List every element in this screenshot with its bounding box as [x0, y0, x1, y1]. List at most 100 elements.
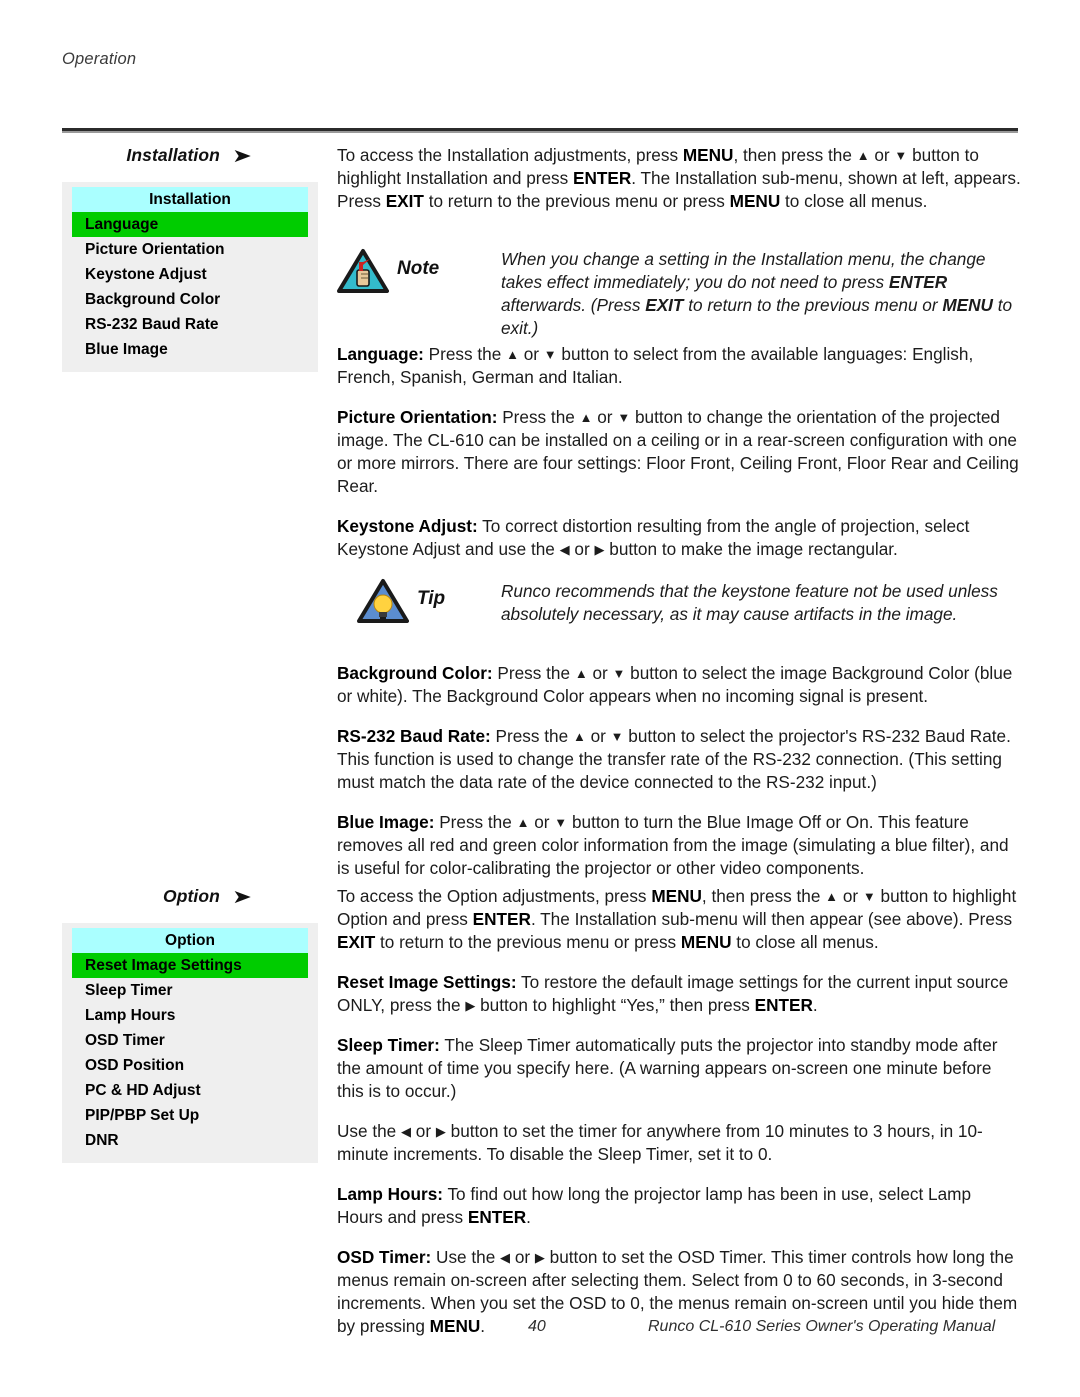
up-arrow-icon: ▲ [579, 410, 593, 425]
osd-item-osd-position[interactable]: OSD Position [72, 1053, 308, 1078]
right-arrow-icon: ▶ [534, 1250, 545, 1265]
left-arrow-icon: ◀ [500, 1250, 511, 1265]
down-arrow-icon: ▼ [610, 729, 624, 744]
down-arrow-icon: ▼ [612, 666, 626, 681]
running-head: Operation [62, 50, 137, 68]
note-admonition: Note When you change a setting in the In… [337, 248, 1012, 338]
down-arrow-icon: ▼ [617, 410, 631, 425]
section-label-option-text: Option [162, 886, 220, 906]
text-run: Press the [497, 407, 580, 427]
key-exit: EXIT [385, 191, 424, 211]
text-run: or [587, 663, 613, 683]
text-run: to close all menus. [780, 191, 928, 211]
text-run: Press the [490, 726, 573, 746]
paragraph-language: Language: Press the ▲ or ▼ button to sel… [337, 343, 1021, 389]
installation-paragraphs-lower: Background Color: Press the ▲ or ▼ butto… [337, 662, 1021, 897]
header-divider [62, 128, 1018, 131]
paragraph-keystone-adjust: Keystone Adjust: To correct distortion r… [337, 515, 1021, 561]
note-label: Note [397, 258, 440, 279]
key-menu: MENU [942, 295, 993, 315]
key-menu: MENU [651, 886, 702, 906]
tip-lightbulb-triangle-icon [357, 578, 409, 624]
paragraph-heading: Keystone Adjust: [337, 516, 478, 536]
osd-item-rs232-baud-rate[interactable]: RS-232 Baud Rate [72, 312, 308, 337]
osd-item-pip-pbp-set-up[interactable]: PIP/PBP Set Up [72, 1103, 308, 1128]
down-arrow-icon: ▼ [543, 347, 557, 362]
osd-title-option: Option [72, 928, 308, 953]
key-enter: ENTER [467, 1207, 527, 1227]
paragraph-heading: Lamp Hours: [337, 1184, 443, 1204]
key-enter: ENTER [573, 168, 632, 188]
paragraph-heading: Reset Image Settings: [337, 972, 517, 992]
osd-menu-option: Option Reset Image Settings Sleep Timer … [62, 923, 318, 1163]
installation-paragraphs-upper: Language: Press the ▲ or ▼ button to sel… [337, 343, 1021, 578]
osd-item-osd-timer[interactable]: OSD Timer [72, 1028, 308, 1053]
osd-item-blue-image[interactable]: Blue Image [72, 337, 308, 362]
section-label-installation: Installation ➤ [0, 144, 251, 167]
osd-item-picture-orientation[interactable]: Picture Orientation [72, 237, 308, 262]
osd-item-pc-hd-adjust[interactable]: PC & HD Adjust [72, 1078, 308, 1103]
text-run: Press the [423, 344, 507, 364]
paragraph-blue-image: Blue Image: Press the ▲ or ▼ button to t… [337, 811, 1021, 880]
up-arrow-icon: ▲ [574, 666, 588, 681]
right-arrow-icon: ➤ [231, 887, 253, 908]
key-exit: EXIT [645, 295, 684, 315]
section-label-option: Option ➤ [0, 885, 253, 908]
osd-item-background-color[interactable]: Background Color [72, 287, 308, 312]
text-run: or [518, 344, 544, 364]
text-run: or [569, 539, 595, 559]
text-run: to return to the previous menu or [683, 295, 943, 315]
osd-item-sleep-timer[interactable]: Sleep Timer [72, 978, 308, 1003]
osd-item-reset-image-settings[interactable]: Reset Image Settings [72, 953, 308, 978]
text-run: . [526, 1207, 531, 1227]
key-enter: ENTER [888, 272, 948, 292]
key-menu: MENU [680, 932, 732, 952]
text-run: or [838, 886, 863, 906]
down-arrow-icon: ▼ [894, 148, 908, 163]
up-arrow-icon: ▲ [856, 148, 870, 163]
paragraph-lamp-hours: Lamp Hours: To find out how long the pro… [337, 1183, 1021, 1229]
text-run: . [480, 1316, 486, 1336]
osd-item-language[interactable]: Language [72, 212, 308, 237]
text-run: To access the Installation adjustments, … [337, 145, 683, 165]
osd-item-keystone-adjust[interactable]: Keystone Adjust [72, 262, 308, 287]
paragraph-heading: Background Color: [337, 663, 493, 683]
text-run: Use the [431, 1247, 501, 1267]
installation-intro-paragraph: To access the Installation adjustments, … [337, 144, 1021, 213]
paragraph-sleep-timer: Sleep Timer: The Sleep Timer automatical… [337, 1034, 1021, 1103]
paragraph-background-color: Background Color: Press the ▲ or ▼ butto… [337, 662, 1021, 708]
osd-item-lamp-hours[interactable]: Lamp Hours [72, 1003, 308, 1028]
up-arrow-icon: ▲ [825, 889, 839, 904]
left-arrow-icon: ◀ [559, 542, 570, 557]
text-run: or [869, 145, 895, 165]
up-arrow-icon: ▲ [516, 815, 530, 830]
right-arrow-icon: ▶ [435, 1124, 446, 1139]
key-enter: ENTER [754, 995, 813, 1015]
key-menu: MENU [429, 1316, 481, 1336]
paragraph-reset-image-settings: Reset Image Settings: To restore the def… [337, 971, 1021, 1017]
paragraph-heading: Blue Image: [337, 812, 435, 832]
up-arrow-icon: ▲ [572, 729, 586, 744]
text-run: Press the [492, 663, 575, 683]
key-exit: EXIT [337, 932, 376, 952]
paragraph-heading: Language: [337, 344, 424, 364]
text-run: button to highlight “Yes,” then press [475, 995, 755, 1015]
text-run: Use the [337, 1121, 402, 1141]
text-run: Press the [434, 812, 517, 832]
osd-item-dnr[interactable]: DNR [72, 1128, 308, 1153]
installation-body-column: To access the Installation adjustments, … [337, 144, 1021, 230]
page-number: 40 [528, 1318, 546, 1335]
paragraph-heading: RS-232 Baud Rate: [337, 726, 491, 746]
text-run: button to make the image rectangular. [604, 539, 898, 559]
text-run: . The Installation sub-menu will then ap… [530, 909, 1013, 929]
text-run: to return to the previous menu or press [375, 932, 681, 952]
note-text: When you change a setting in the Install… [501, 248, 1021, 340]
down-arrow-icon: ▼ [554, 815, 568, 830]
text-run: or [585, 726, 611, 746]
paragraph-sleep-timer-use: Use the ◀ or ▶ button to set the timer f… [337, 1120, 1021, 1166]
text-run: To access the Option adjustments, press [337, 886, 652, 906]
text-run: or [529, 812, 555, 832]
osd-menu-installation: Installation Language Picture Orientatio… [62, 182, 318, 372]
up-arrow-icon: ▲ [506, 347, 519, 362]
text-run: to return to the previous menu or press [423, 191, 730, 211]
